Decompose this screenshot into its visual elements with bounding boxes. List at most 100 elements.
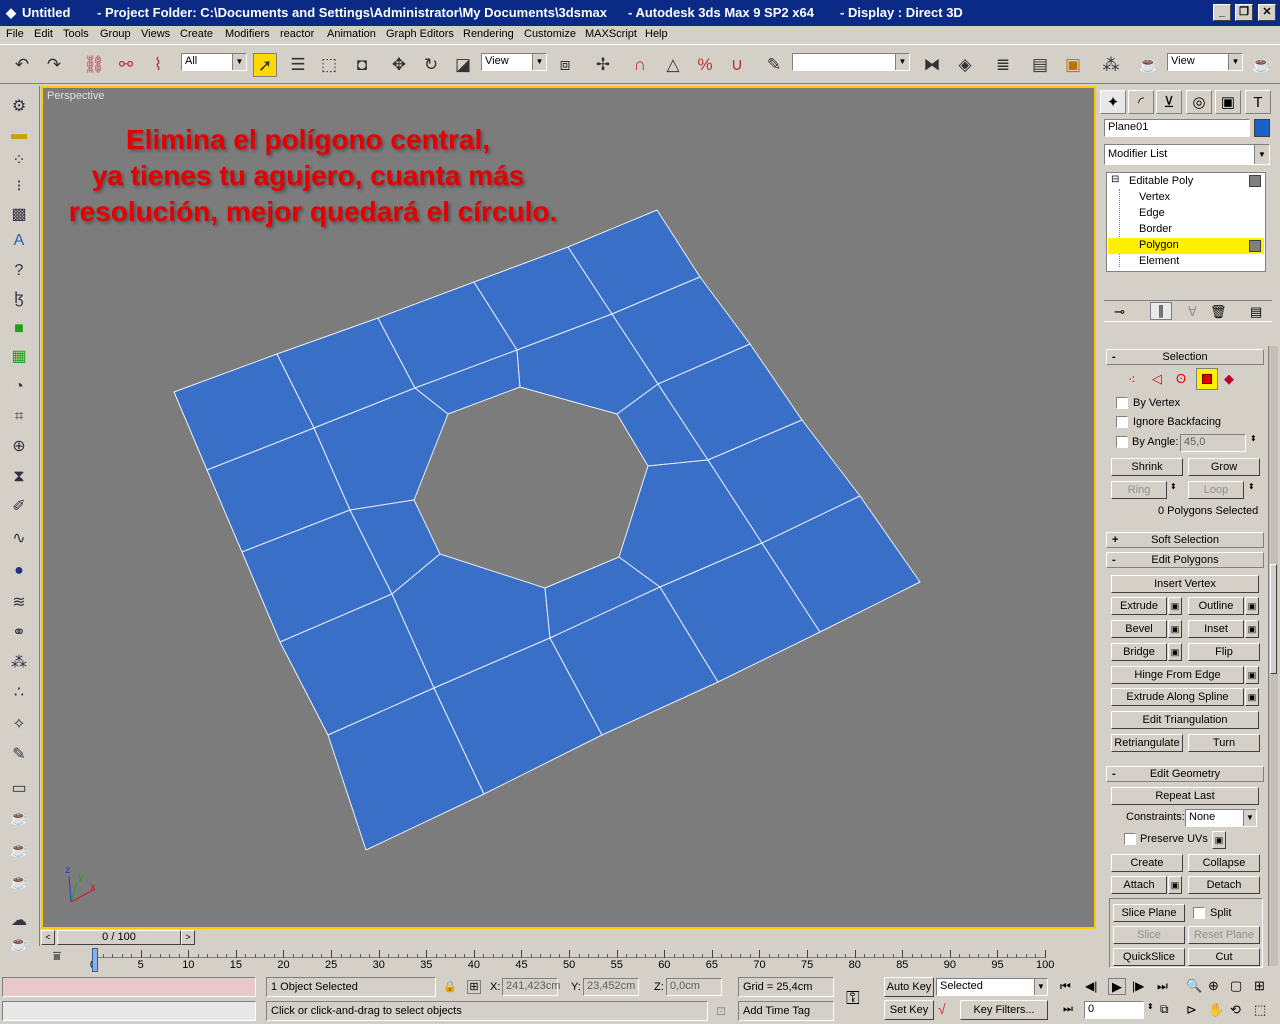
z-coordinate-field[interactable]: 0,0cm <box>666 978 722 996</box>
preserve-uvs-checkbox[interactable] <box>1124 833 1136 845</box>
stack-border[interactable]: Border <box>1139 223 1172 235</box>
menu-rendering[interactable]: Rendering <box>463 28 514 40</box>
split-checkbox[interactable] <box>1193 907 1205 919</box>
key-filters-button[interactable]: Key Filters... <box>960 1000 1048 1020</box>
pan-icon[interactable]: ✋ <box>1208 1002 1224 1018</box>
time-slider-thumb[interactable]: 0 / 100 <box>57 930 181 945</box>
outline-settings-icon[interactable]: ▣ <box>1245 597 1259 615</box>
ignore-backfacing-checkbox[interactable] <box>1116 416 1128 428</box>
configure-sets-icon[interactable]: ▤ <box>1250 304 1262 320</box>
grow-button[interactable]: Grow <box>1188 458 1260 476</box>
window-crossing-icon[interactable]: ◘ <box>350 53 374 77</box>
menu-maxscript[interactable]: MAXScript <box>585 28 637 40</box>
remove-modifier-icon[interactable]: 🗑 <box>1210 304 1227 320</box>
percent-snap-icon[interactable]: % <box>693 53 717 77</box>
schematic-view-icon[interactable]: ▣ <box>1061 53 1085 77</box>
snaps-toggle-icon[interactable]: ∩ <box>628 53 652 77</box>
object-name-field[interactable]: Plane01 <box>1104 119 1250 137</box>
menu-reactor[interactable]: reactor <box>280 28 314 40</box>
spinner-snap-icon[interactable]: ∪ <box>725 53 749 77</box>
y-coordinate-field[interactable]: 23,452cm <box>583 978 639 996</box>
scrollbar-thumb[interactable] <box>1270 564 1277 674</box>
particles-icon[interactable]: ∴ <box>6 680 32 706</box>
mirror-tool-icon[interactable]: ⧗ <box>6 464 32 490</box>
crop-icon[interactable]: ⌗ <box>6 404 32 430</box>
ring-button[interactable]: Ring <box>1111 481 1167 499</box>
goto-start-icon[interactable]: ⏮ <box>1060 979 1071 994</box>
sphere-icon[interactable]: ● <box>6 558 32 584</box>
prev-frame-icon[interactable]: ◀| <box>1085 979 1097 993</box>
x-coordinate-field[interactable]: 241,423cm <box>502 978 560 996</box>
utilities-tab-icon[interactable]: T <box>1245 90 1271 114</box>
display-tab-icon[interactable]: ▣ <box>1215 90 1241 114</box>
angle-spinner-arrows[interactable]: ⬍ <box>1250 434 1257 443</box>
bevel-settings-icon[interactable]: ▣ <box>1168 620 1182 638</box>
key-mode-dropdown[interactable]: Selected ▼ <box>936 978 1048 996</box>
repeat-last-button[interactable]: Repeat Last <box>1111 787 1259 805</box>
select-manipulate-icon[interactable]: ✢ <box>591 53 615 77</box>
zoom-all-icon[interactable]: ⊕ <box>1208 978 1219 994</box>
loop-button[interactable]: Loop <box>1188 481 1244 499</box>
extrude-settings-icon[interactable]: ▣ <box>1168 597 1182 615</box>
make-unique-icon[interactable]: ∀ <box>1188 304 1197 320</box>
menu-edit[interactable]: Edit <box>34 28 53 40</box>
bridge-button[interactable]: Bridge <box>1111 643 1167 661</box>
attach-button[interactable]: Attach <box>1111 876 1167 894</box>
maximize-button[interactable]: ❐ <box>1235 4 1253 21</box>
selection-rollout-header[interactable]: - Selection <box>1106 349 1264 365</box>
gauge-icon[interactable]: ◔ <box>6 374 32 400</box>
bridge-settings-icon[interactable]: ▣ <box>1168 643 1182 661</box>
curve-editor-icon[interactable]: ▤ <box>1028 53 1052 77</box>
zoom-extents-icon[interactable]: ▢ <box>1230 978 1242 994</box>
extrude-spline-settings-icon[interactable]: ▣ <box>1245 688 1259 706</box>
ring-spinner[interactable]: ⬍ <box>1170 482 1177 491</box>
object-tools-icon[interactable]: ⚙ <box>6 94 32 120</box>
slice-button[interactable]: Slice <box>1113 926 1185 944</box>
help-icon[interactable]: ? <box>6 258 32 284</box>
edit-triangulation-button[interactable]: Edit Triangulation <box>1111 711 1259 729</box>
current-frame-marker[interactable] <box>92 948 98 972</box>
scatter-icon[interactable]: ⁂ <box>6 650 32 676</box>
show-end-result-icon[interactable]: ∥ <box>1150 302 1172 320</box>
menu-graph-editors[interactable]: Graph Editors <box>386 28 454 40</box>
object-color-swatch[interactable] <box>1254 119 1270 137</box>
text-icon[interactable]: A <box>6 228 32 254</box>
edit-named-selection-icon[interactable]: ✎ <box>762 53 786 77</box>
create-button[interactable]: Create <box>1111 854 1183 872</box>
attach-settings-icon[interactable]: ▣ <box>1168 876 1182 894</box>
hinge-from-edge-button[interactable]: Hinge From Edge <box>1111 666 1244 684</box>
extrude-button[interactable]: Extrude <box>1111 597 1167 615</box>
auto-key-button[interactable]: Auto Key <box>884 977 934 997</box>
crosshair-icon[interactable]: ⊕ <box>6 434 32 460</box>
key-mode-toggle-icon[interactable]: ⏭ <box>1063 1003 1073 1016</box>
command-panel-scrollbar[interactable] <box>1268 346 1278 966</box>
layer-manager-icon[interactable]: ≣ <box>991 53 1015 77</box>
edit-polygons-rollout-header[interactable]: - Edit Polygons <box>1106 552 1264 568</box>
curve-editor-mini-icon[interactable]: ⩸ <box>53 948 61 964</box>
hierarchy-icon[interactable]: ⁝ <box>6 174 32 200</box>
stack-polygon[interactable]: Polygon <box>1139 239 1179 251</box>
curve-icon[interactable]: ∿ <box>6 526 32 552</box>
rectangular-selection-icon[interactable]: ⬚ <box>317 53 341 77</box>
hierarchy-tab-icon[interactable]: ⊻ <box>1156 90 1182 114</box>
select-move-icon[interactable]: ✥ <box>387 53 411 77</box>
menu-views[interactable]: Views <box>141 28 170 40</box>
reference-coordinate-dropdown[interactable]: View ▼ <box>481 53 547 71</box>
angle-snap-icon[interactable]: △ <box>661 53 685 77</box>
angle-spinner-field[interactable]: 45,0 <box>1180 434 1246 452</box>
turn-button[interactable]: Turn <box>1188 734 1260 752</box>
outline-button[interactable]: Outline <box>1188 597 1244 615</box>
absolute-mode-icon[interactable]: ⊞ <box>467 980 481 994</box>
current-frame-field[interactable]: 0 <box>1084 1001 1144 1019</box>
perspective-viewport[interactable]: Perspective z y x Elimina el polígono ce… <box>41 86 1096 929</box>
brush-icon[interactable]: ✐ <box>6 494 32 520</box>
abc-icon[interactable]: ɮ <box>6 286 32 312</box>
extrude-along-spline-button[interactable]: Extrude Along Spline <box>1111 688 1244 706</box>
menu-tools[interactable]: Tools <box>63 28 89 40</box>
select-by-name-icon[interactable]: ☰ <box>286 53 310 77</box>
unlink-icon[interactable]: ⚯ <box>114 53 138 77</box>
named-selection-dropdown[interactable]: ▼ <box>792 53 910 71</box>
cut-button[interactable]: Cut <box>1188 948 1260 966</box>
wand-icon[interactable]: ✧ <box>6 712 32 738</box>
next-frame-arrow[interactable]: > <box>181 930 195 945</box>
